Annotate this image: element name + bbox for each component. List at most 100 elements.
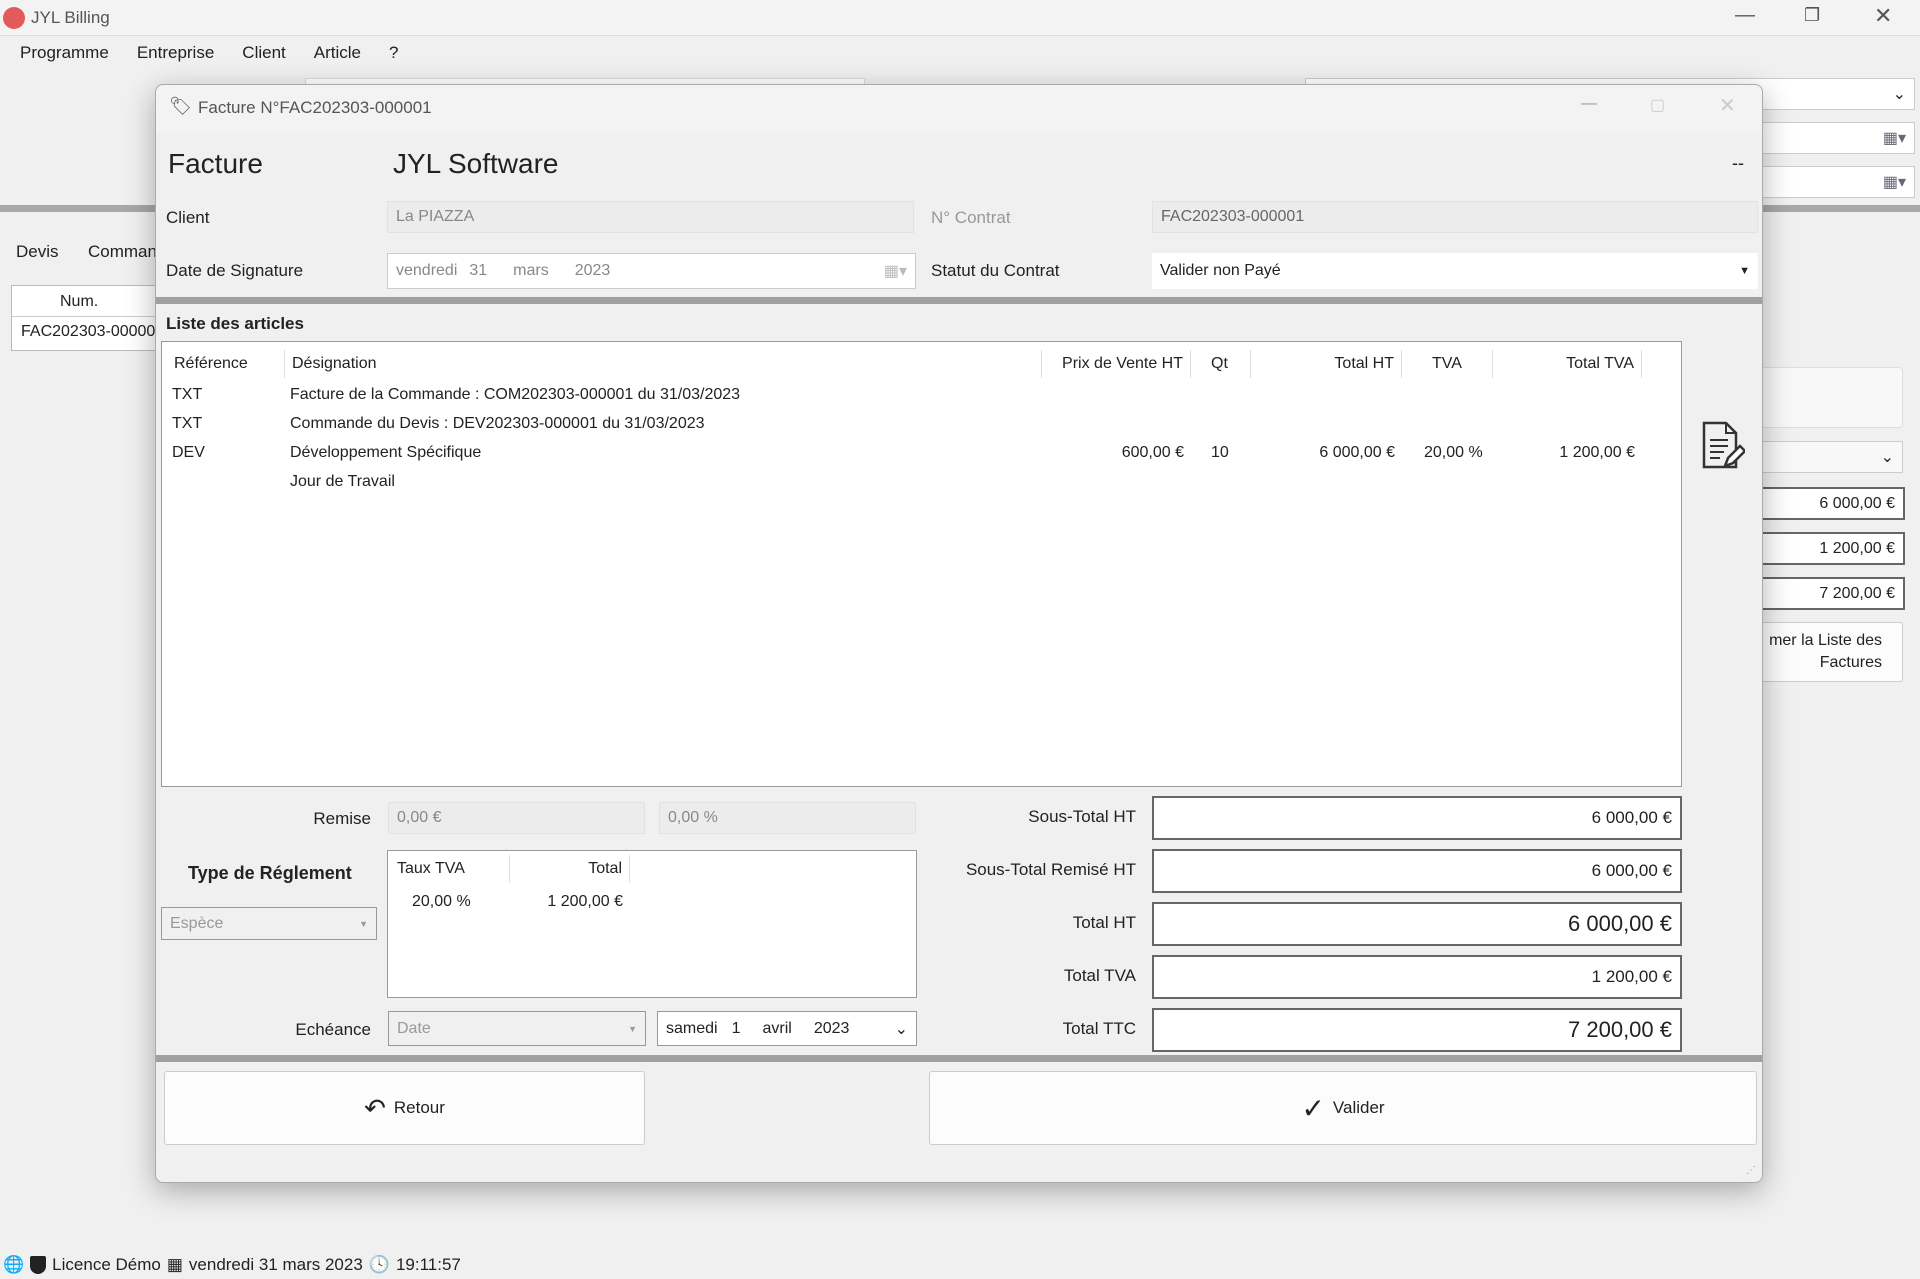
cell-des: Développement Spécifique [290,444,482,461]
col-qt[interactable]: Qt [1191,350,1251,378]
bg-list: Num. FAC202303-00000 [11,285,161,351]
menu-article[interactable]: Article [314,43,361,63]
contrat-field[interactable]: FAC202303-000001 [1152,201,1758,233]
sous-total-remise-ht-field: 6 000,00 € [1152,849,1682,893]
cell-total-ht: 6 000,00 € [1319,444,1395,461]
reglement-combo[interactable]: Espèce ▼ [161,907,377,940]
invoice-dialog: 🏷 Facture N°FAC202303-000001 — ▢ ✕ Factu… [155,84,1763,1183]
signature-label: Date de Signature [166,261,304,280]
sig-day: vendredi [396,262,458,279]
restore-button[interactable]: ❐ [1804,5,1820,26]
valider-label: Valider [1332,1098,1385,1117]
table-row[interactable]: TXT Commande du Devis : DEV202303-000001 … [162,415,1681,441]
col-total-ht[interactable]: Total HT [1251,350,1402,378]
close-button[interactable]: ✕ [1874,3,1892,29]
signature-date-picker[interactable]: vendredi 31 mars 2023 ▦▾ [387,253,916,289]
heading: Facture [168,148,263,179]
sous-total-ht-label: Sous-Total HT [1028,807,1136,826]
app-title: JYL Billing [31,8,110,27]
ech-date: 1 [731,1019,741,1037]
sig-month: mars [513,262,549,279]
total-ht-field: 6 000,00 € [1152,902,1682,946]
bg-tab-commande[interactable]: Comman [88,242,157,262]
bg-list-row[interactable]: FAC202303-00000 [12,317,160,341]
shield-icon [30,1256,47,1274]
ech-year: 2023 [813,1019,850,1037]
total-tva-label: Total TVA [1063,966,1136,985]
dialog-maximize-button[interactable]: ▢ [1650,95,1665,115]
status-bar: 🌐 Licence Démo ▦ vendredi 31 mars 2023 🕓… [0,1251,1920,1279]
bg-print-list-button[interactable]: mer la Liste des Factures [1740,622,1903,682]
dialog-close-button[interactable]: ✕ [1719,93,1736,118]
dialog-title-bar: 🏷 Facture N°FAC202303-000001 — ▢ ✕ [156,85,1762,132]
menu-entreprise[interactable]: Entreprise [137,43,214,63]
client-field[interactable]: La PIAZZA [387,201,914,233]
col-tva[interactable]: TVA [1402,350,1493,378]
cell-total-tva: 1 200,00 € [1559,444,1635,461]
app-title-bar: JYL Billing — ❐ ✕ [0,0,1920,36]
echeance-type-combo[interactable]: Date ▼ [388,1011,646,1046]
resize-grip[interactable]: ⋰ [1746,1165,1756,1176]
echeance-label: Echéance [295,1020,371,1039]
reglement-value: Espèce [170,914,224,932]
col-reference[interactable]: Référence [167,350,285,378]
total-ttc-field: 7 200,00 € [1152,1008,1682,1052]
menu-client[interactable]: Client [242,43,285,63]
table-row[interactable]: TXT Facture de la Commande : COM202303-00… [162,386,1681,412]
col-designation[interactable]: Désignation [285,350,1042,378]
bg-tab-devis[interactable]: Devis [16,242,59,262]
col-prix[interactable]: Prix de Vente HT [1042,350,1191,378]
minimize-button[interactable]: — [1735,4,1755,27]
menu-bar: Programme Entreprise Client Article ? [0,36,1920,70]
chevron-down-icon: ▼ [628,1023,637,1034]
status-date: vendredi 31 mars 2023 [188,1255,363,1274]
separator [156,297,1762,304]
edit-document-icon[interactable] [1701,420,1747,472]
tva-col-total[interactable]: Total [510,855,630,883]
list-title: Liste des articles [166,314,304,333]
menu-help[interactable]: ? [389,43,398,63]
ech-day: samedi [666,1019,718,1037]
total-tva-field: 1 200,00 € [1152,955,1682,999]
globe-icon: 🌐 [3,1255,25,1274]
bg-total-tva: 1 200,00 € [1740,532,1905,565]
cell-prix: 600,00 € [1121,444,1184,461]
cell-des: Facture de la Commande : COM202303-00000… [290,386,741,403]
sig-date: 31 [469,262,488,279]
remise-amount-field[interactable]: 0,00 € [388,802,645,834]
total-ht-label: Total HT [1072,913,1136,932]
clock-icon: 🕓 [368,1255,390,1274]
menu-programme[interactable]: Programme [20,43,109,63]
retour-button[interactable]: ↶ Retour [164,1071,645,1145]
cell-qt: 10 [1211,444,1229,461]
company-name: JYL Software [393,148,559,179]
cell-ref: TXT [172,415,203,432]
contrat-label: N° Contrat [931,208,1011,227]
articles-table: Référence Désignation Prix de Vente HT Q… [161,341,1682,787]
calendar-icon: ▦ [166,1255,183,1274]
bg-list-header[interactable]: Num. [12,286,160,317]
cell-des: Commande du Devis : DEV202303-000001 du … [290,415,705,432]
dialog-title: Facture N°FAC202303-000001 [198,98,432,117]
chevron-down-icon[interactable]: ▼ [1739,265,1750,277]
client-label: Client [166,208,210,227]
cell-des: Jour de Travail [290,473,395,490]
table-row[interactable]: DEV Développement Spécifique 600,00 € 10 6 0… [162,444,1681,470]
tva-col-taux[interactable]: Taux TVA [390,855,510,883]
valider-button[interactable]: ✓ Valider [929,1071,1757,1145]
statut-value: Valider non Payé [1160,262,1281,279]
statut-combo[interactable]: Valider non Payé ▼ [1152,253,1758,289]
remise-label: Remise [313,809,371,828]
chevron-down-icon: ▼ [359,918,368,929]
dialog-minimize-button[interactable]: — [1581,95,1597,113]
bg-right-combo[interactable]: ⌄ [1740,441,1903,473]
dashes: -- [1732,153,1744,173]
status-time: 19:11:57 [395,1255,461,1274]
sous-total-ht-field: 6 000,00 € [1152,796,1682,840]
calendar-icon[interactable]: ▦▾ [884,261,907,281]
table-row[interactable]: Jour de Travail [162,473,1681,499]
sig-year: 2023 [574,262,611,279]
col-total-tva[interactable]: Total TVA [1493,350,1642,378]
statut-label: Statut du Contrat [931,261,1060,280]
tva-rate: 20,00 % [412,893,471,910]
